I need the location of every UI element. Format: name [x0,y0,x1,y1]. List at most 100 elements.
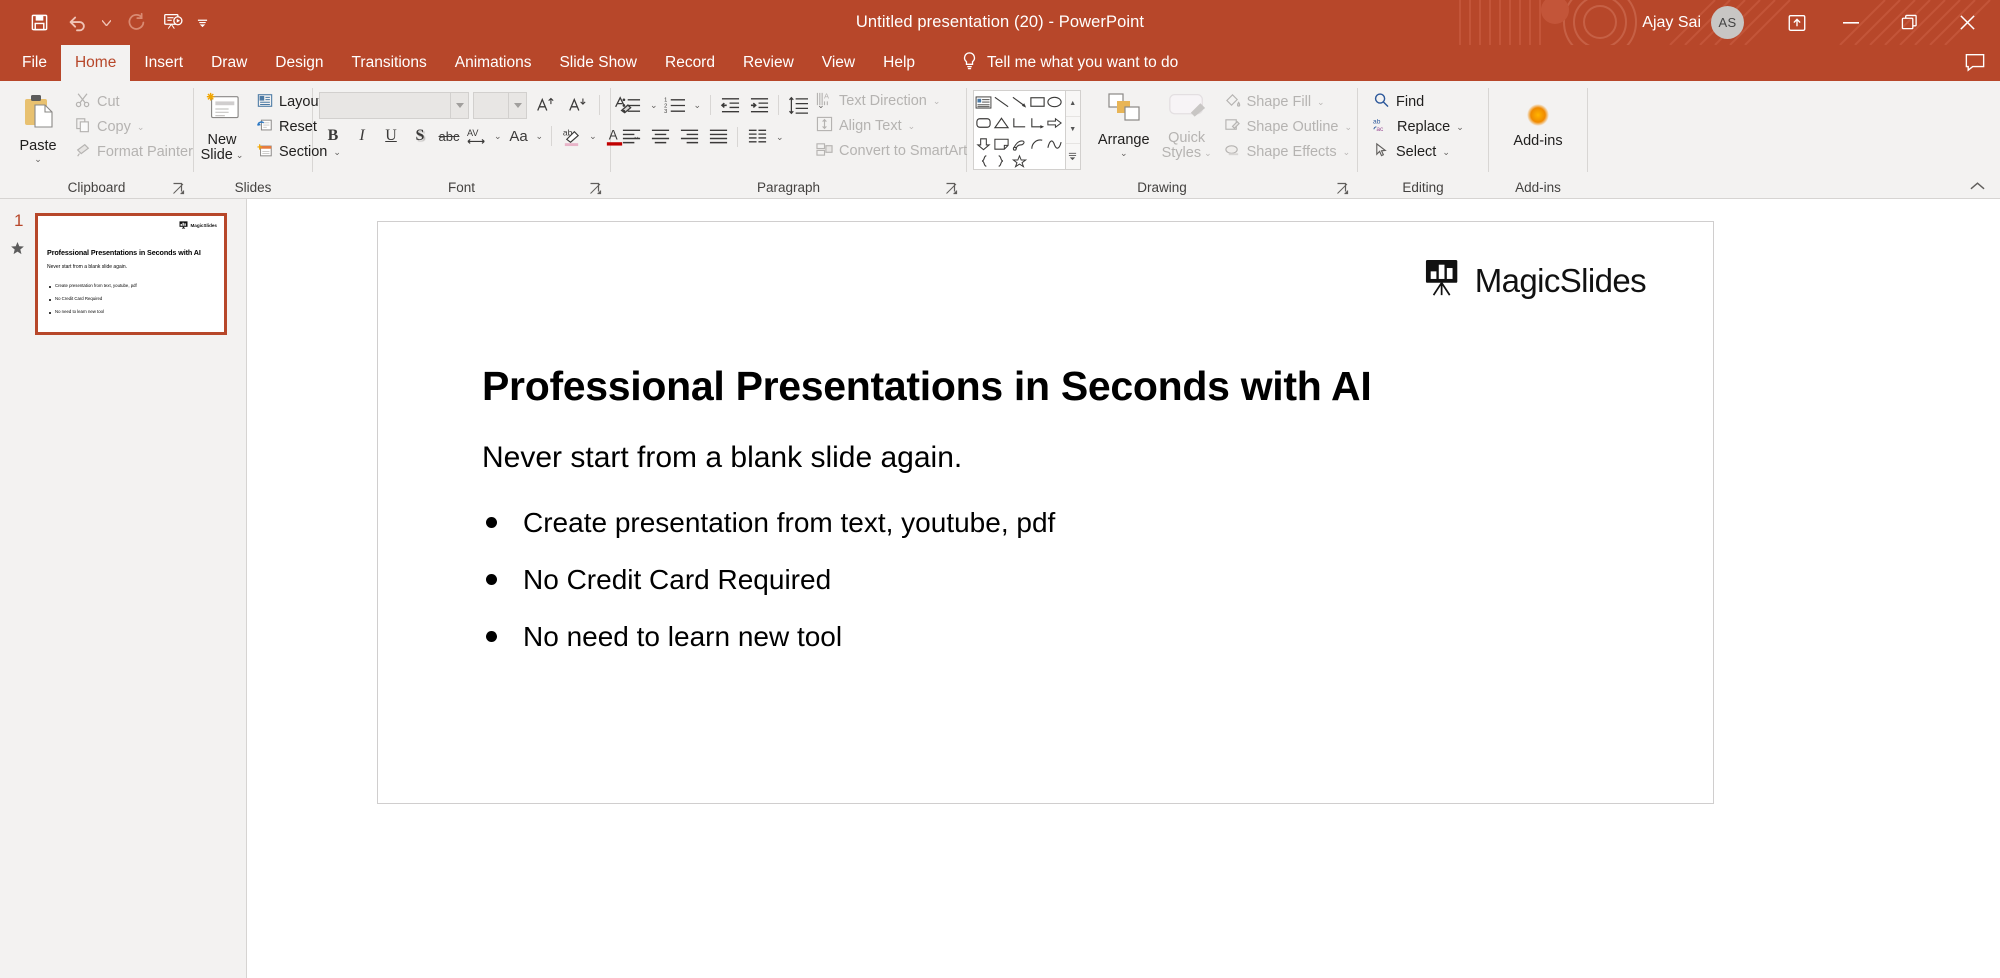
line-shape[interactable] [993,92,1011,113]
slide-title-text[interactable]: Professional Presentations in Seconds wi… [482,363,1372,410]
save-icon[interactable] [22,6,56,40]
tell-me-search[interactable]: Tell me what you want to do [961,45,1188,81]
tab-help[interactable]: Help [869,45,929,81]
left-brace-shape[interactable] [975,154,993,168]
new-slide-button[interactable]: New Slide ⌄ [194,88,250,166]
slide-thumbnail[interactable]: MagicSlides Professional Presentations i… [35,213,227,335]
increase-font-size-button[interactable] [531,91,559,119]
select-dropdown-caret[interactable]: ⌄ [1442,147,1450,158]
close-button[interactable] [1938,0,1996,45]
addins-button[interactable]: Add-ins [1498,88,1578,152]
tab-draw[interactable]: Draw [197,45,261,81]
elbow-arrow-connector-shape[interactable] [1028,113,1046,134]
arrange-dropdown-caret[interactable]: ⌄ [1120,148,1128,159]
decrease-font-size-button[interactable] [563,91,591,119]
new-slide-dropdown-caret[interactable]: ⌄ [236,150,244,161]
decrease-indent-button[interactable] [716,91,744,119]
bullets-dropdown-caret[interactable]: ⌄ [646,100,662,111]
star-shape[interactable] [1011,154,1029,168]
undo-icon[interactable] [60,6,94,40]
drawing-dialog-launcher[interactable] [1336,182,1350,196]
increase-indent-button[interactable] [745,91,773,119]
character-spacing-button[interactable]: AV [464,122,490,150]
convert-to-smartart-button[interactable]: Convert to SmartArt ⌄ [811,139,986,163]
underline-button[interactable]: U [377,122,405,150]
align-left-button[interactable] [617,123,645,151]
text-direction-button[interactable]: A Text Direction ⌄ [811,89,986,113]
tab-animations[interactable]: Animations [441,45,546,81]
arrange-button[interactable]: Arrange ⌄ [1091,88,1157,162]
customize-qat-caret[interactable] [194,6,210,40]
shape-fill-button[interactable]: Shape Fill ⌄ [1219,90,1357,114]
comments-icon[interactable] [1964,52,1986,77]
font-size-input[interactable] [473,91,527,119]
tab-review[interactable]: Review [729,45,808,81]
triangle-shape[interactable] [993,113,1011,134]
align-text-button[interactable]: Align Text ⌄ [811,114,986,138]
ribbon-display-options-icon[interactable] [1772,0,1822,45]
font-name-dropdown-caret[interactable] [450,92,468,118]
find-button[interactable]: Find [1368,90,1469,114]
clipboard-dialog-launcher[interactable] [172,182,186,196]
quick-styles-button[interactable]: Quick Styles ⌄ [1157,88,1217,164]
paste-button[interactable]: Paste ⌄ [10,88,66,168]
down-arrow-shape[interactable] [975,133,993,154]
right-arrow-shape[interactable] [1046,113,1064,134]
align-center-button[interactable] [646,123,674,151]
collapse-ribbon-button[interactable] [1968,177,1986,195]
align-text-dropdown-caret[interactable]: ⌄ [908,121,916,132]
font-name-input[interactable] [319,91,469,119]
shape-effects-dropdown-caret[interactable]: ⌄ [1343,147,1351,158]
slide-bullet-list[interactable]: Create presentation from text, youtube, … [486,507,1055,678]
elbow-connector-shape[interactable] [1011,113,1029,134]
shape-outline-button[interactable]: Shape Outline ⌄ [1219,115,1357,139]
select-button[interactable]: Select ⌄ [1368,140,1469,164]
restore-button[interactable] [1880,0,1938,45]
columns-dropdown-caret[interactable]: ⌄ [772,132,788,143]
tab-record[interactable]: Record [651,45,729,81]
avatar[interactable]: AS [1711,6,1744,39]
quick-styles-dropdown-caret[interactable]: ⌄ [1204,148,1212,159]
change-case-button[interactable]: Aa [506,122,532,150]
list-item[interactable]: No need to learn new tool [486,621,1055,653]
tab-design[interactable]: Design [261,45,337,81]
paragraph-dialog-launcher[interactable] [945,182,959,196]
rounded-rectangle-shape[interactable] [975,113,993,134]
bold-button[interactable]: B [319,122,347,150]
start-from-beginning-icon[interactable] [156,6,190,40]
replace-dropdown-caret[interactable]: ⌄ [1456,122,1464,133]
cut-button[interactable]: Cut [70,90,198,114]
curve-shape[interactable] [1046,133,1064,154]
bullets-button[interactable] [617,91,645,119]
paste-dropdown-caret[interactable]: ⌄ [34,154,42,165]
text-shadow-button[interactable]: S [406,122,434,150]
shapes-gallery-scrollbar[interactable]: ▲ ▼ [1064,91,1080,169]
shape-fill-dropdown-caret[interactable]: ⌄ [1317,97,1325,108]
list-item[interactable]: No Credit Card Required [486,564,1055,596]
font-size-dropdown-caret[interactable] [508,92,526,118]
redo-icon[interactable] [118,6,152,40]
format-painter-button[interactable]: Format Painter [70,140,198,164]
copy-dropdown-caret[interactable]: ⌄ [137,122,145,133]
text-highlight-dropdown-caret[interactable]: ⌄ [586,131,600,142]
shapes-gallery[interactable]: ▲ ▼ [973,90,1081,170]
tab-insert[interactable]: Insert [130,45,197,81]
shapes-scroll-up-button[interactable]: ▲ [1065,91,1080,118]
text-highlight-color-button[interactable]: ab [557,122,585,150]
strikethrough-button[interactable]: abc [435,122,463,150]
text-box-shape[interactable] [975,92,993,113]
undo-dropdown-caret[interactable] [98,6,114,40]
arc-shape[interactable] [1028,133,1046,154]
thumbnail-item[interactable]: 1 MagicSlides Professional Presentations… [0,199,246,335]
replace-button[interactable]: ab ac Replace ⌄ [1368,115,1469,139]
shape-outline-dropdown-caret[interactable]: ⌄ [1344,122,1352,133]
numbering-dropdown-caret[interactable]: ⌄ [690,100,706,111]
scribble-shape[interactable] [1011,133,1029,154]
slide-subtitle-text[interactable]: Never start from a blank slide again. [482,441,962,475]
folded-corner-shape[interactable] [993,133,1011,154]
align-right-button[interactable] [675,123,703,151]
current-slide[interactable]: MagicSlides Professional Presentations i… [377,221,1714,804]
oval-shape[interactable] [1046,92,1064,113]
minimize-button[interactable] [1822,0,1880,45]
tab-slide-show[interactable]: Slide Show [545,45,651,81]
